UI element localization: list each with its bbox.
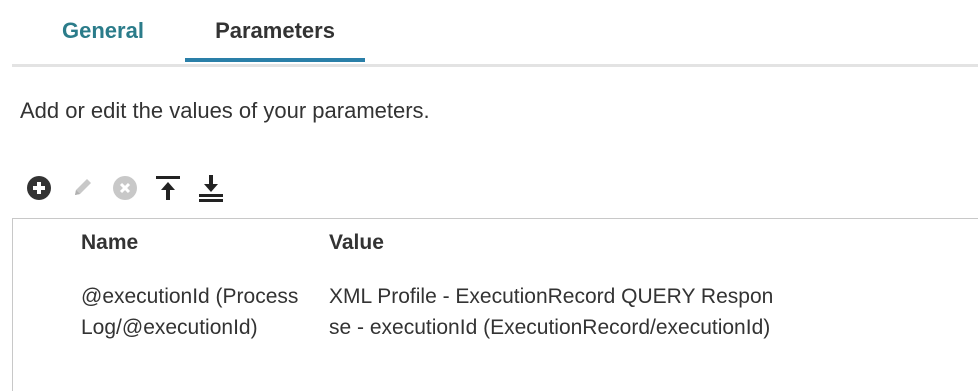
edit-button[interactable] [68, 171, 96, 205]
edit-icon [75, 179, 91, 195]
column-header-value[interactable]: Value [329, 231, 384, 255]
add-button[interactable] [25, 171, 53, 205]
active-tab-indicator [185, 58, 365, 62]
column-header-name[interactable]: Name [81, 231, 138, 255]
move-to-top-button[interactable] [154, 171, 182, 205]
move-to-bottom-icon [199, 175, 223, 202]
parameters-toolbar [25, 168, 240, 208]
remove-icon [113, 176, 137, 200]
parameters-page: General Parameters Add or edit the value… [0, 0, 978, 391]
move-to-bottom-button[interactable] [197, 171, 225, 205]
tab-parameters[interactable]: Parameters [185, 16, 365, 61]
parameters-table: Name Value @executionId (ProcessLog/@exe… [12, 218, 978, 391]
move-to-top-icon [156, 176, 180, 200]
parameter-value-cell: XML Profile - ExecutionRecord QUERY Resp… [329, 285, 774, 339]
add-icon [27, 176, 51, 200]
description-text: Add or edit the values of your parameter… [20, 98, 430, 123]
tab-bar: General Parameters [12, 0, 978, 67]
tab-general[interactable]: General [62, 16, 144, 61]
remove-button[interactable] [111, 171, 139, 205]
parameter-name-cell: @executionId (ProcessLog/@executionId) [81, 285, 299, 339]
